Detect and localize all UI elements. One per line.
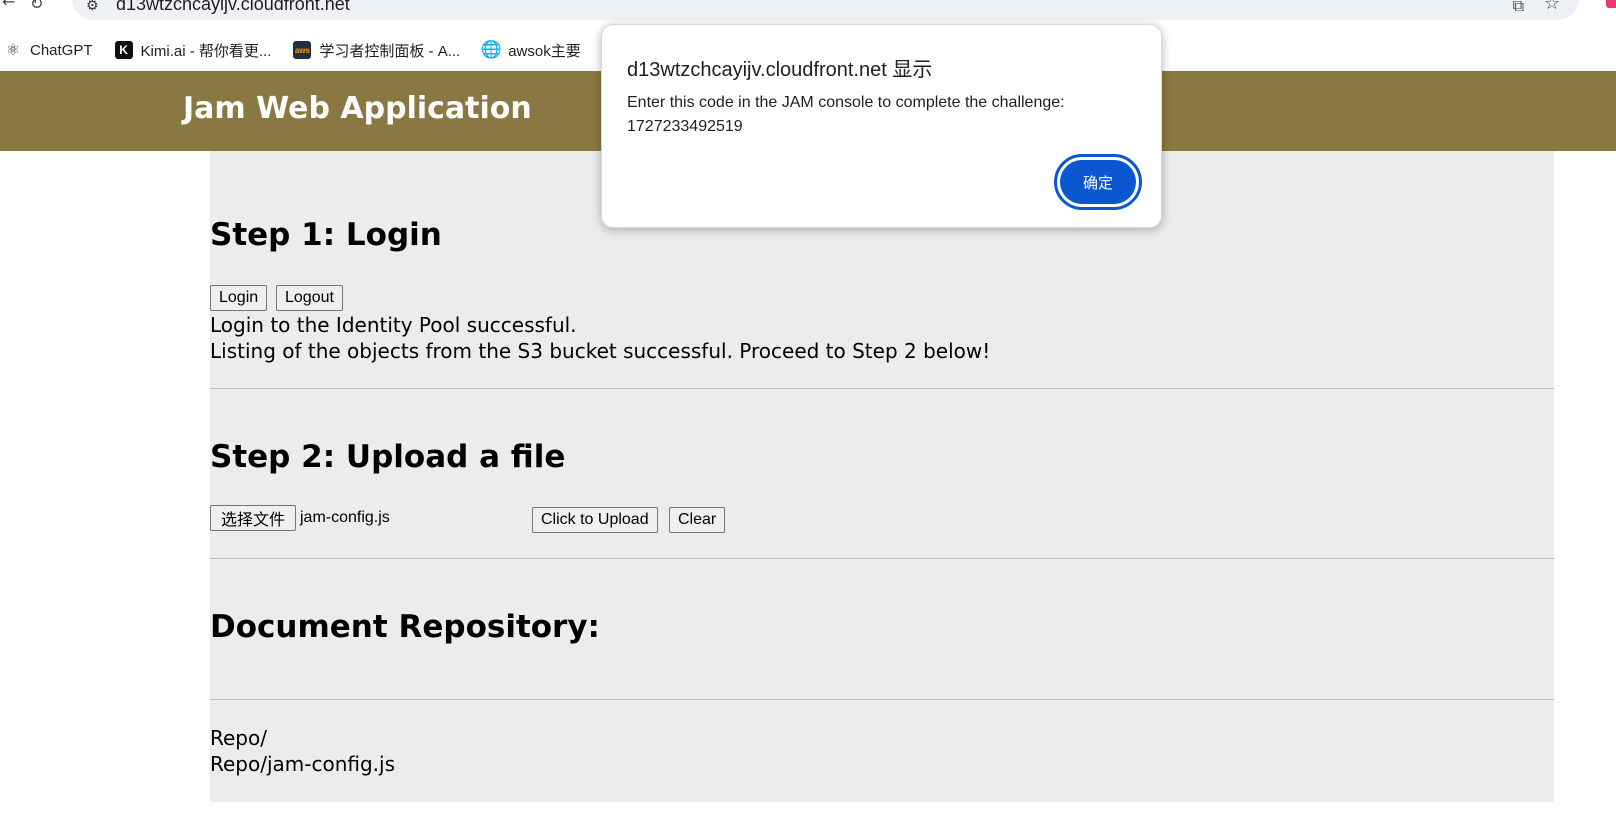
bookmark-kimi[interactable]: K Kimi.ai - 帮你看更... [111,35,276,65]
main-content: Step 1: Login Login Logout Login to the … [210,151,1554,802]
clear-button[interactable]: Clear [669,507,726,533]
step2-title: Step 2: Upload a file [210,439,566,475]
selected-file-name: jam-config.js [300,509,390,526]
repo-title: Document Repository: [210,609,600,645]
aws-icon: aws [293,41,312,59]
login-status: Login to the Identity Pool successful. [210,313,577,337]
globe-icon: 🌐 [480,40,502,59]
app-title: Jam Web Application [183,91,532,126]
chatgpt-icon: ⚛ [5,42,21,59]
dialog-message: Enter this code in the JAM console to co… [627,91,1065,139]
alert-dialog: d13wtzchcayijv.cloudfront.net 显示 Enter t… [601,24,1162,228]
reload-icon[interactable]: ↻ [30,0,50,13]
divider [210,699,1554,700]
site-info-icon[interactable]: ⚙ [86,0,99,14]
bookmark-label: awsok主要 [508,42,581,60]
upload-button[interactable]: Click to Upload [532,507,658,533]
bookmark-label: 学习者控制面板 - A... [319,42,461,60]
translate-icon[interactable]: ⧉ [1513,0,1524,16]
kimi-icon: K [114,41,133,59]
login-button[interactable]: Login [210,285,268,311]
choose-file-button[interactable]: 选择文件 [210,505,296,531]
back-arrow-icon[interactable]: ← [2,0,15,11]
bookmark-label: ChatGPT [30,41,93,59]
bookmark-awsok[interactable]: 🌐 awsok主要 [478,35,585,65]
bookmark-label: Kimi.ai - 帮你看更... [140,42,272,60]
repo-item: Repo/jam-config.js [210,752,396,776]
bookmark-aws[interactable]: aws 学习者控制面板 - A... [289,35,464,65]
listing-status: Listing of the objects from the S3 bucke… [210,339,991,363]
browser-toolbar: ← ↻ ⚙ d13wtzchcayijv.cloudfront.net ⧉ ☆ [0,0,1616,26]
divider [210,558,1554,559]
extension-icon[interactable] [1606,0,1616,8]
ok-button[interactable]: 确定 [1060,160,1136,204]
step1-title: Step 1: Login [210,217,442,253]
logout-button[interactable]: Logout [276,285,343,311]
bookmark-star-icon[interactable]: ☆ [1544,0,1560,14]
bookmark-chatgpt[interactable]: ⚛ ChatGPT [0,35,97,65]
address-bar[interactable]: ⚙ d13wtzchcayijv.cloudfront.net ⧉ ☆ [72,0,1580,20]
dialog-code: 1727233492519 [627,118,743,135]
dialog-message-text: Enter this code in the JAM console to co… [627,94,1065,111]
divider [210,388,1554,389]
dialog-title: d13wtzchcayijv.cloudfront.net 显示 [627,59,933,81]
repo-item: Repo/ [210,726,267,750]
url-text[interactable]: d13wtzchcayijv.cloudfront.net [116,0,350,15]
ok-button-focus-ring: 确定 [1054,154,1142,210]
